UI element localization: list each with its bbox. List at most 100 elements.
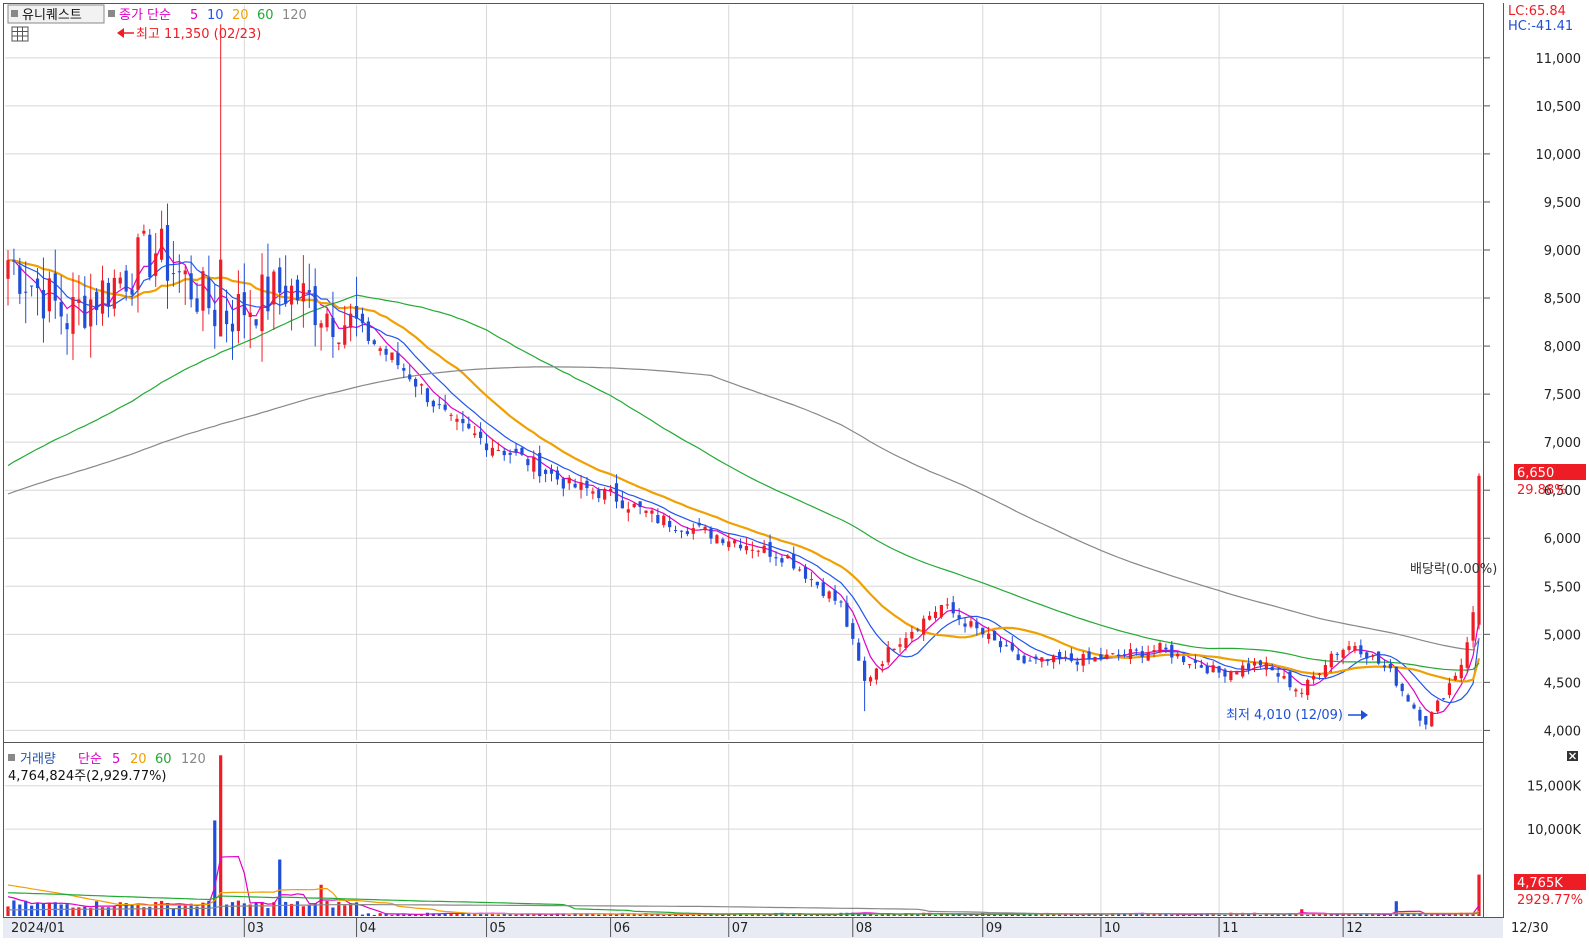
price-tick-label: 11,000 bbox=[1536, 52, 1582, 67]
candle-body bbox=[83, 295, 87, 328]
candle-body bbox=[1111, 653, 1115, 655]
date-tick-label: 06 bbox=[614, 921, 631, 936]
candle-body bbox=[1453, 675, 1457, 680]
volume-bar bbox=[59, 904, 63, 916]
price-tick-label: 10,000 bbox=[1536, 148, 1582, 163]
candle-body bbox=[1288, 671, 1292, 688]
candle-body bbox=[1376, 651, 1381, 664]
candle-body bbox=[1430, 712, 1434, 727]
candle-body bbox=[543, 469, 548, 474]
candle-body bbox=[1311, 675, 1316, 680]
candle-body bbox=[1217, 666, 1221, 673]
candle-body bbox=[945, 604, 949, 606]
candle-body bbox=[597, 489, 601, 499]
volume-bar bbox=[579, 914, 583, 916]
legend-ma120: 120 bbox=[282, 8, 307, 23]
candle-body bbox=[750, 549, 754, 551]
candle-body bbox=[1140, 651, 1144, 657]
candle-body bbox=[1063, 656, 1068, 658]
candle-body bbox=[951, 602, 955, 614]
candle-body bbox=[372, 340, 376, 345]
candle-body bbox=[585, 480, 589, 489]
candle-body bbox=[473, 433, 477, 436]
candle-body bbox=[1347, 646, 1351, 650]
candle-body bbox=[786, 555, 790, 559]
candle-body bbox=[1193, 660, 1198, 663]
volume-bar bbox=[236, 900, 240, 916]
candle-body bbox=[1146, 652, 1150, 661]
table-grid-icon[interactable] bbox=[11, 26, 29, 42]
candle-body bbox=[77, 299, 81, 303]
candle-body bbox=[295, 279, 300, 301]
candle-body bbox=[549, 469, 554, 474]
legend-ma60: 60 bbox=[257, 8, 274, 23]
candle-body bbox=[839, 601, 843, 603]
volume-panel-close-icon[interactable] bbox=[1567, 751, 1578, 761]
candle-body bbox=[1057, 652, 1062, 660]
volume-bar bbox=[969, 914, 973, 916]
volume-bar bbox=[171, 908, 176, 916]
candle-body bbox=[384, 348, 388, 355]
candle-body bbox=[396, 352, 400, 366]
candle-body bbox=[1134, 649, 1138, 651]
candle-body bbox=[449, 414, 453, 416]
legend-ma5: 5 bbox=[190, 8, 198, 23]
candle-body bbox=[1046, 659, 1050, 662]
candle-body bbox=[1229, 671, 1233, 681]
candle-body bbox=[437, 404, 441, 406]
candle-body bbox=[851, 623, 855, 639]
price-tick-label: 6,000 bbox=[1544, 532, 1581, 547]
volume-bar bbox=[998, 914, 1003, 916]
volume-bar bbox=[1223, 914, 1227, 916]
candle-body bbox=[532, 457, 536, 472]
candle-body bbox=[1022, 655, 1026, 664]
candle-body bbox=[1105, 654, 1109, 659]
volume-bar bbox=[603, 914, 607, 916]
candle-body bbox=[142, 230, 146, 234]
candle-body bbox=[171, 273, 176, 275]
candle-body bbox=[733, 540, 737, 544]
candle-body bbox=[508, 452, 512, 455]
volume-bar bbox=[1365, 914, 1369, 916]
candle-body bbox=[709, 528, 713, 539]
volume-bar bbox=[1412, 914, 1416, 916]
date-tick-label: 05 bbox=[490, 921, 507, 936]
candle-body bbox=[756, 550, 760, 552]
candle-body bbox=[573, 483, 577, 488]
candle-body bbox=[195, 298, 199, 312]
date-tick-label: 2024/01 bbox=[11, 921, 65, 936]
volume-bar bbox=[1323, 914, 1328, 916]
candle-body bbox=[331, 317, 335, 338]
volume-bar bbox=[177, 904, 181, 916]
volume-bar bbox=[337, 901, 341, 916]
candle-body bbox=[715, 535, 719, 544]
date-tick-label: 12/30 bbox=[1511, 921, 1548, 936]
candle-body bbox=[892, 648, 896, 650]
volume-bar bbox=[762, 914, 766, 916]
candle-body bbox=[1087, 651, 1091, 659]
volume-bar bbox=[597, 914, 601, 916]
candle-body bbox=[1276, 673, 1280, 677]
candle-body bbox=[579, 482, 583, 490]
candle-body bbox=[1211, 665, 1215, 673]
candle-body bbox=[910, 631, 914, 639]
candle-body bbox=[154, 253, 158, 276]
candle-body bbox=[768, 542, 772, 557]
candle-body bbox=[1329, 653, 1333, 668]
candle-body bbox=[857, 642, 861, 661]
stock-menu-icon[interactable] bbox=[11, 10, 18, 17]
low-annotation: 최저 4,010 (12/09) bbox=[1226, 708, 1343, 723]
candle-body bbox=[898, 644, 902, 647]
candle-body bbox=[774, 557, 778, 559]
volume-bar bbox=[402, 914, 406, 916]
candle-body bbox=[224, 310, 229, 325]
candle-body bbox=[219, 259, 223, 337]
volume-bar bbox=[130, 904, 134, 916]
candle-body bbox=[809, 579, 814, 581]
candle-body bbox=[614, 483, 619, 502]
volume-bar bbox=[219, 755, 223, 916]
price-tick-label: 4,500 bbox=[1544, 676, 1581, 691]
candle-body bbox=[904, 638, 908, 648]
candle-body bbox=[1418, 709, 1422, 721]
candle-body bbox=[289, 285, 294, 305]
